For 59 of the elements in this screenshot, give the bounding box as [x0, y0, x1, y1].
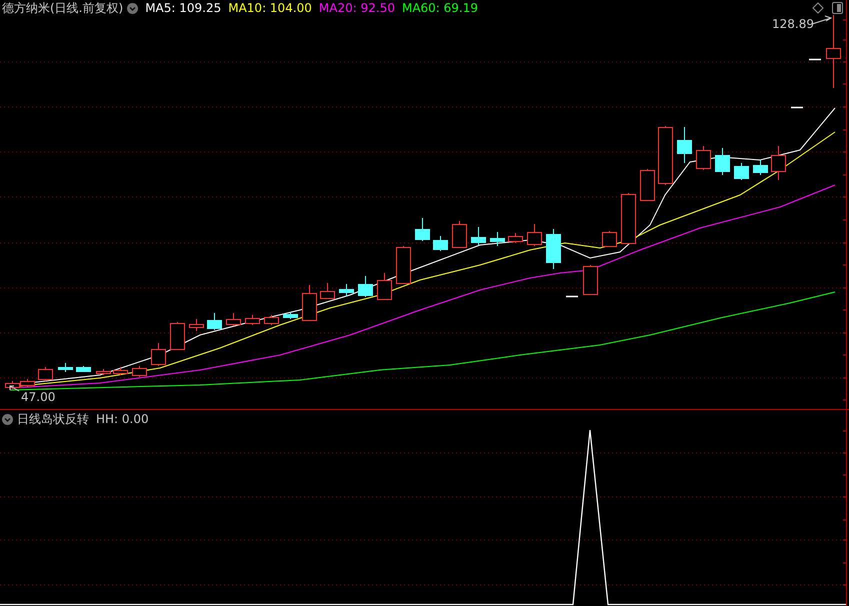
candlestick — [640, 168, 655, 202]
candlestick — [283, 312, 298, 320]
moving-average-legend: MA20: 92.50 — [318, 1, 395, 15]
candlestick — [715, 148, 730, 176]
arrow-icon — [10, 386, 20, 392]
candlestick — [207, 312, 222, 330]
candlestick — [583, 264, 598, 296]
candlestick — [527, 224, 542, 246]
candlestick — [358, 276, 373, 298]
candlestick — [151, 342, 166, 366]
candlestick — [753, 160, 768, 176]
candlestick — [320, 282, 335, 300]
candlestick — [508, 232, 523, 244]
candlestick — [58, 362, 73, 372]
candlestick — [433, 236, 448, 252]
candlestick — [20, 378, 35, 388]
candlestick — [377, 272, 392, 300]
low-price-label: 47.00 — [21, 390, 56, 404]
candlestick — [189, 318, 204, 332]
candlestick — [677, 126, 692, 164]
candlestick — [170, 322, 185, 350]
candlestick — [696, 146, 711, 170]
candlestick — [791, 106, 803, 108]
candlestick — [546, 228, 561, 270]
candlestick — [264, 314, 279, 326]
candlestick — [490, 232, 505, 246]
arrow-icon — [812, 16, 832, 24]
diamond-icon[interactable] — [812, 2, 824, 14]
candlestick — [602, 230, 617, 248]
candlestick — [132, 366, 147, 378]
panel-toggle-icon[interactable] — [832, 2, 843, 14]
indicator-reading: HH: 0.00 — [96, 412, 149, 426]
candlestick — [452, 220, 467, 248]
dropdown-icon[interactable] — [2, 414, 13, 424]
candlestick — [339, 284, 354, 296]
high-price-label: 128.89 — [772, 17, 814, 31]
candlestick — [38, 366, 53, 382]
candlestick — [415, 218, 430, 242]
moving-average-legend: MA5: 109.25 — [145, 1, 222, 15]
candlestick — [809, 58, 821, 60]
candlestick — [621, 192, 636, 244]
candlestick — [396, 246, 411, 284]
candlestick — [658, 126, 673, 186]
dropdown-icon[interactable] — [127, 2, 138, 14]
candlestick — [245, 314, 260, 326]
candlestick — [471, 226, 486, 246]
candlestick — [5, 380, 20, 390]
candlestick — [76, 366, 91, 372]
chart-title: 德方纳米(日线.前复权) — [2, 0, 124, 16]
candlestick — [96, 368, 111, 376]
candlestick — [113, 366, 128, 376]
candlestick — [302, 284, 317, 322]
candlestick — [566, 296, 578, 298]
moving-average-legend: MA10: 104.00 — [228, 1, 312, 15]
candlestick — [226, 312, 241, 326]
candlestick — [771, 146, 786, 180]
indicator-title: 日线岛状反转 — [17, 410, 89, 428]
moving-average-legend: MA60: 69.19 — [402, 1, 478, 15]
candlestick — [734, 162, 749, 180]
